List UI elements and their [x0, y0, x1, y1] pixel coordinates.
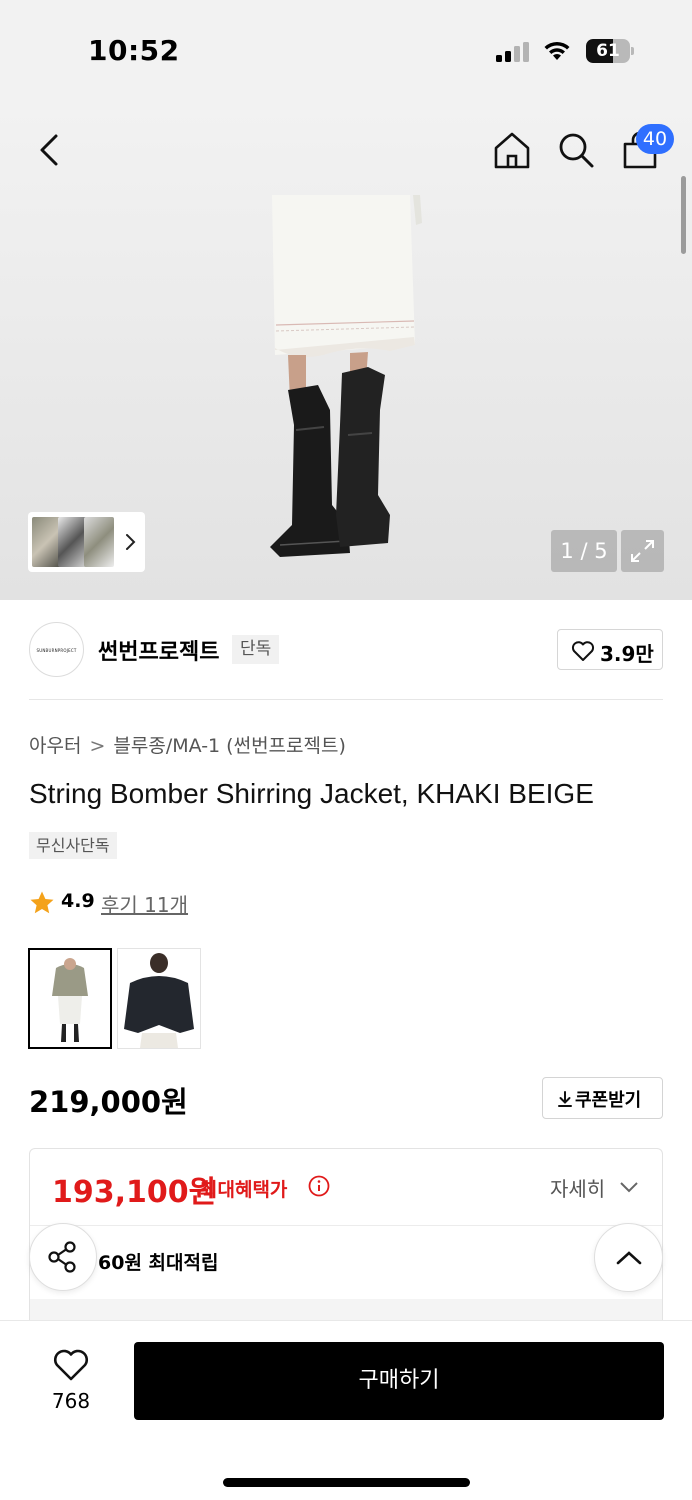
- coupon-button[interactable]: 쿠폰받기: [542, 1077, 663, 1119]
- scroll-to-top-button[interactable]: [594, 1223, 663, 1292]
- share-button[interactable]: [29, 1223, 97, 1291]
- benefit-box: 193,100원 최대혜택가 자세히 60원 최대적립: [29, 1148, 663, 1339]
- rating-score: 4.9: [61, 890, 95, 912]
- max-benefit-label: 최대혜택가: [200, 1179, 288, 1201]
- wishlist-button[interactable]: 768: [36, 1343, 106, 1429]
- color-option-khaki-beige[interactable]: [28, 948, 112, 1049]
- status-time: 10:52: [88, 34, 180, 67]
- search-icon[interactable]: [556, 130, 596, 170]
- brand-name[interactable]: 썬번프로젝트: [98, 634, 219, 666]
- gallery-pager: 1 / 5: [551, 530, 617, 572]
- battery-icon: 61: [586, 39, 634, 63]
- scroll-indicator: [681, 176, 686, 254]
- color-thumbnail-image: [118, 949, 200, 1048]
- brand-logo[interactable]: SUNBURNPROJECT: [29, 622, 84, 677]
- brand-like-count: 3.9만: [600, 642, 654, 666]
- cart-count-badge: 40: [636, 124, 674, 154]
- color-option-black[interactable]: [117, 948, 201, 1049]
- wifi-icon: [544, 41, 570, 60]
- brand-row[interactable]: SUNBURNPROJECT 썬번프로젝트 단독 3.9만: [0, 600, 692, 700]
- coupon-label: 쿠폰받기: [575, 1090, 642, 1111]
- info-icon[interactable]: [308, 1175, 330, 1197]
- wishlist-count: 768: [51, 1389, 91, 1413]
- product-title: String Bomber Shirring Jacket, KHAKI BEI…: [29, 778, 594, 809]
- product-gallery[interactable]: 40 1 / 5: [0, 100, 692, 600]
- chevron-up-icon: [616, 1250, 641, 1264]
- brand-exclusive-tag: 단독: [232, 635, 280, 664]
- star-icon: [30, 891, 54, 914]
- regular-price: 219,000원: [29, 1085, 188, 1119]
- bottom-action-bar: 768 구매하기: [0, 1320, 692, 1500]
- review-count-link[interactable]: 후기 11개: [101, 889, 188, 918]
- back-icon[interactable]: [30, 128, 70, 172]
- expand-button[interactable]: [621, 530, 664, 572]
- download-icon: [558, 1091, 572, 1107]
- chevron-right-icon: [126, 534, 136, 550]
- color-thumbnail-image: [30, 950, 110, 1047]
- status-bar: 10:52 61: [0, 0, 692, 100]
- chevron-down-icon[interactable]: [619, 1181, 639, 1193]
- buy-button[interactable]: 구매하기: [134, 1342, 664, 1420]
- product-image: [270, 195, 422, 557]
- exclusive-tag: 무신사단독: [29, 832, 117, 859]
- brand-like-button[interactable]: 3.9만: [557, 629, 663, 670]
- expand-icon: [631, 540, 654, 562]
- battery-percent: 61: [596, 41, 620, 61]
- home-icon[interactable]: [492, 130, 532, 170]
- gallery-thumbnail-strip[interactable]: [28, 512, 145, 572]
- breadcrumb-category[interactable]: 아우터: [29, 735, 81, 757]
- breadcrumb-separator: >: [89, 735, 106, 757]
- breadcrumb-subcategory[interactable]: 블루종/MA-1 (썬번프로젝트): [113, 735, 346, 757]
- cellular-signal-icon: [496, 42, 529, 62]
- max-benefit-price: 193,100원: [52, 1175, 217, 1210]
- home-indicator: [223, 1478, 470, 1487]
- share-icon: [48, 1241, 76, 1273]
- max-points: 60원 최대적립: [98, 1252, 219, 1274]
- breadcrumb: 아우터 > 블루종/MA-1 (썬번프로젝트): [29, 731, 346, 758]
- heart-icon: [571, 641, 595, 661]
- benefit-divider: [30, 1225, 662, 1226]
- heart-icon: [54, 1349, 88, 1381]
- benefit-detail-toggle[interactable]: 자세히: [550, 1173, 605, 1202]
- divider: [29, 699, 663, 700]
